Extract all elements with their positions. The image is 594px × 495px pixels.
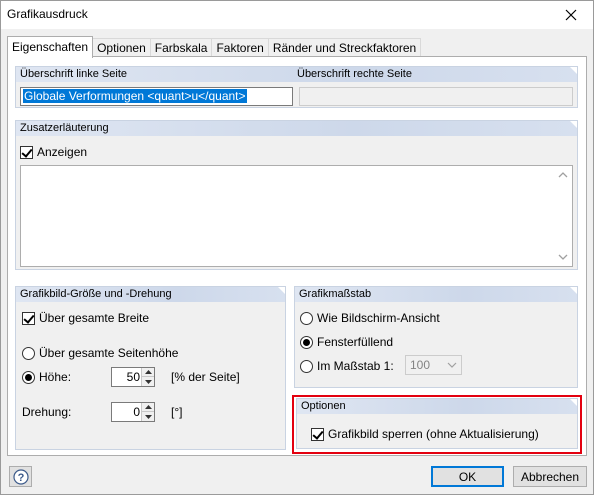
rotation-increment-button[interactable] [142,403,154,412]
height-radio[interactable] [22,370,35,384]
lock-graphic-label: Grafikbild sperren (ohne Aktualisierung) [328,427,539,441]
spin-down-icon [144,379,152,384]
full-height-radio-row[interactable]: Über gesamte Seitenhöhe [22,345,178,361]
height-label: Höhe: [39,370,72,384]
note-scrollbar[interactable] [555,166,572,266]
full-height-label: Über gesamte Seitenhöhe [39,346,179,360]
scroll-down-icon[interactable] [558,252,568,262]
ok-button[interactable]: OK [431,466,504,487]
close-button[interactable] [549,1,593,29]
cancel-button[interactable]: Abbrechen [513,466,587,487]
left-heading-value: Globale Verformungen <quant>u</quant> [23,89,247,103]
scale-ratio-label: Im Maßstab 1: [317,359,394,373]
rotation-decrement-button[interactable] [142,412,154,421]
tab-optionen[interactable]: Optionen [92,38,151,58]
right-heading-title: Überschrift rechte Seite [297,68,412,80]
full-height-radio[interactable] [22,346,35,360]
rotation-spin-buttons [141,403,154,421]
show-note-checkbox-row[interactable]: Anzeigen [20,144,87,160]
lock-graphic-checkbox[interactable] [311,427,324,441]
tab-panel-eigenschaften: Überschrift linke Seite Überschrift rech… [7,56,587,456]
height-radio-row[interactable]: Höhe: [22,369,71,385]
height-spin-buttons [141,368,154,386]
scale-ratio-select[interactable]: 100 [405,355,462,375]
help-icon: ? [12,468,29,485]
scale-header: Grafikmaßstab [295,287,577,302]
tab-farbskala[interactable]: Farbskala [149,38,213,58]
height-value: 50 [126,370,140,384]
scale-fit-radio[interactable] [300,335,313,349]
note-textarea[interactable] [20,165,573,267]
scale-fit-radio-row[interactable]: Fensterfüllend [300,334,393,350]
spin-up-icon [144,405,152,409]
tab-eigenschaften[interactable]: Eigenschaften [7,36,94,58]
tab-raender-streckfaktoren[interactable]: Ränder und Streckfaktoren [267,38,422,58]
scale-screen-radio-row[interactable]: Wie Bildschirm-Ansicht [300,310,440,326]
scale-ratio-radio-row[interactable]: Im Maßstab 1: [300,358,394,374]
height-unit: [% der Seite] [171,370,240,384]
rotation-unit: [°] [171,405,183,419]
tab-bar: Eigenschaften Optionen Farbskala Faktore… [7,36,422,58]
svg-text:?: ? [17,472,24,484]
scale-group: Grafikmaßstab Wie Bildschirm-Ansicht Fen… [294,286,578,388]
tab-faktoren[interactable]: Faktoren [211,38,269,58]
scale-fit-label: Fensterfüllend [317,335,394,349]
scale-screen-label: Wie Bildschirm-Ansicht [317,311,440,325]
options-header: Optionen [297,399,577,414]
print-graphic-dialog: Grafikausdruck Eigenschaften Optionen Fa… [0,0,594,495]
rotation-value: 0 [133,405,140,419]
size-rotation-header: Grafikbild-Größe und -Drehung [16,287,285,302]
chevron-down-icon [447,362,457,368]
size-rotation-group: Grafikbild-Größe und -Drehung Über gesam… [15,286,286,450]
headings-group-header: Überschrift linke Seite Überschrift rech… [16,67,577,82]
additional-note-group: Zusatzerläuterung Anzeigen [15,120,578,270]
height-increment-button[interactable] [142,368,154,377]
height-spinner[interactable]: 50 [111,367,155,387]
options-group: Optionen Grafikbild sperren (ohne Aktual… [296,398,578,449]
scroll-up-icon[interactable] [558,170,568,180]
rotation-label: Drehung: [22,405,72,419]
full-width-label: Über gesamte Breite [39,311,150,325]
scale-screen-radio[interactable] [300,311,313,325]
lock-graphic-checkbox-row[interactable]: Grafikbild sperren (ohne Aktualisierung) [311,426,539,442]
additional-note-header: Zusatzerläuterung [16,121,577,136]
right-heading-input[interactable] [299,87,573,106]
show-note-checkbox[interactable] [20,145,33,159]
full-width-checkbox[interactable] [22,311,35,325]
left-heading-title: Überschrift linke Seite [20,68,127,80]
title-bar: Grafikausdruck [1,1,593,29]
height-decrement-button[interactable] [142,377,154,386]
scale-ratio-value: 100 [410,358,431,372]
show-note-label: Anzeigen [37,145,88,159]
spin-up-icon [144,370,152,374]
full-width-checkbox-row[interactable]: Über gesamte Breite [22,310,149,326]
scale-ratio-radio[interactable] [300,359,313,373]
spin-down-icon [144,414,152,419]
headings-group: Überschrift linke Seite Überschrift rech… [15,66,578,108]
close-icon [565,9,577,21]
left-heading-input[interactable]: Globale Verformungen <quant>u</quant> [20,87,293,106]
window-title: Grafikausdruck [7,7,88,21]
help-button[interactable]: ? [9,466,32,487]
rotation-spinner[interactable]: 0 [111,402,155,422]
